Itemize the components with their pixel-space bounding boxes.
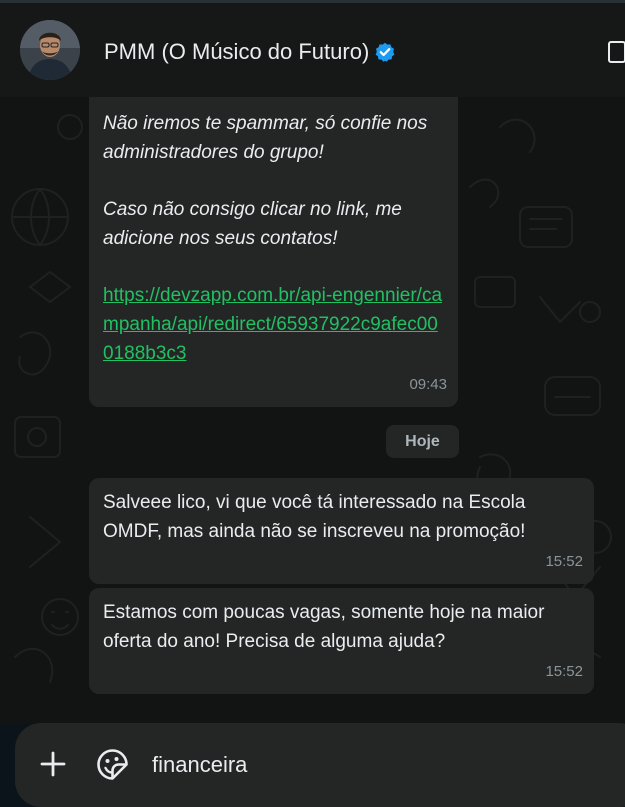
plus-icon[interactable] (40, 751, 66, 777)
message-bubble[interactable]: Salveee lico, vi que você tá interessado… (89, 478, 594, 584)
select-messages-icon[interactable] (608, 41, 625, 63)
message-text: Salveee lico, vi que você tá interessado… (103, 492, 526, 542)
message-bubble[interactable]: Não iremos te spammar, só confie nos adm… (89, 97, 458, 407)
verified-badge-icon (375, 42, 395, 68)
message-bubble[interactable]: Estamos com poucas vagas, somente hoje n… (89, 588, 594, 694)
contact-name[interactable]: PMM (O Músico do Futuro) (104, 39, 395, 68)
day-divider: Hoje (386, 425, 459, 458)
message-line: Não iremos te spammar, só confie nos adm… (103, 113, 428, 163)
contact-avatar[interactable] (20, 20, 80, 80)
message-list[interactable]: Não iremos te spammar, só confie nos adm… (0, 97, 625, 723)
message-text: Não iremos te spammar, só confie nos adm… (103, 109, 448, 368)
message-timestamp: 15:52 (545, 553, 583, 570)
message-link[interactable]: https://devzapp.com.br/api-engennier/cam… (103, 281, 448, 368)
message-timestamp: 15:52 (545, 663, 583, 680)
message-timestamp: 09:43 (409, 376, 447, 393)
contact-name-text: PMM (O Músico do Futuro) (104, 39, 370, 64)
message-text: Estamos com poucas vagas, somente hoje n… (103, 602, 545, 652)
chat-header[interactable]: PMM (O Músico do Futuro) (0, 3, 625, 97)
message-input[interactable] (152, 749, 592, 781)
sticker-icon[interactable] (96, 748, 129, 781)
message-line: Caso não consigo clicar no link, me adic… (103, 199, 402, 249)
composer-bar (0, 723, 625, 807)
